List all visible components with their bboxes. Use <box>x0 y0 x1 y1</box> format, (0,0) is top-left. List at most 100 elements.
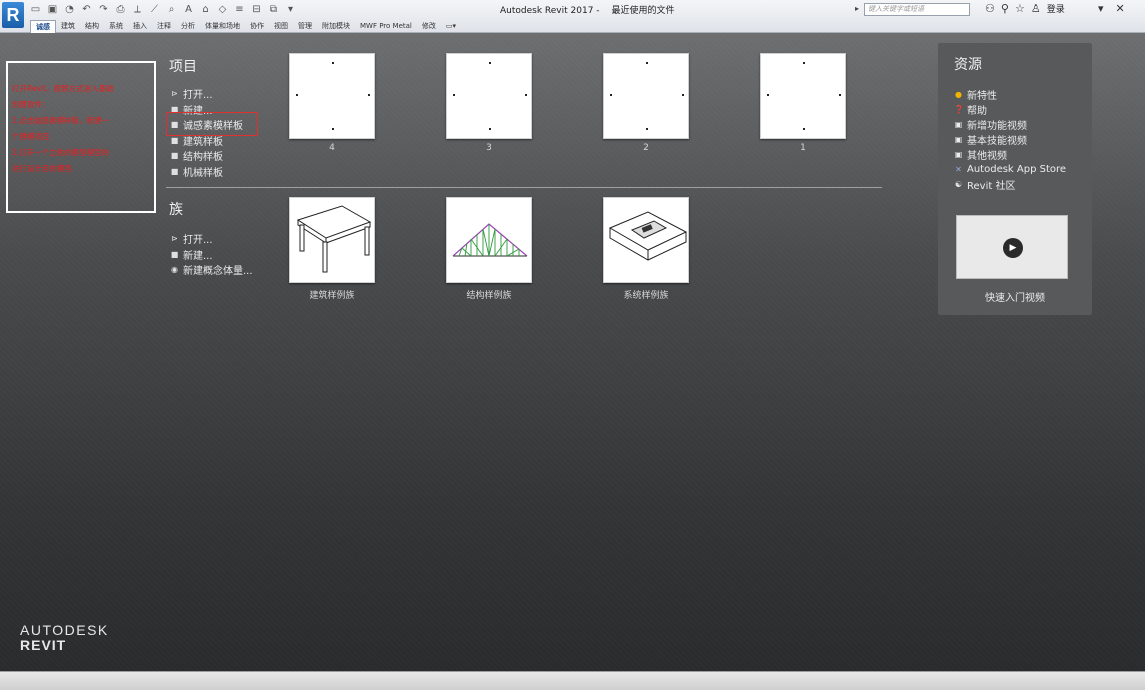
revit-community-link[interactable]: ☯ Revit 社区 <box>954 177 1066 192</box>
mass-icon: ◉ <box>171 265 178 275</box>
text-icon[interactable]: A <box>183 4 194 15</box>
ribbon-tab[interactable]: 诚感 <box>30 20 56 33</box>
video-icon: ▣ <box>954 120 963 129</box>
subscription-icon[interactable]: ⚲ <box>1001 2 1009 15</box>
recent-project-label[interactable]: 4 <box>272 143 392 153</box>
ribbon-minimize-icon[interactable]: ▭▾ <box>441 20 461 33</box>
res-label: 帮助 <box>967 106 987 117</box>
recent-project-label[interactable]: 3 <box>429 143 549 153</box>
brand-company: AUTODESK <box>20 622 109 638</box>
projects-title: 项目 <box>169 59 197 75</box>
res-label: Revit 社区 <box>967 181 1016 192</box>
ribbon-tab[interactable]: 视图 <box>269 20 293 33</box>
link-label: 打开... <box>183 90 213 102</box>
print-icon[interactable]: ⎙ <box>115 4 126 15</box>
tag-icon[interactable]: ⌕ <box>166 4 177 15</box>
close-hidden-icon[interactable]: ⊟ <box>251 4 262 15</box>
template-icon: ■ <box>170 135 179 145</box>
login-link[interactable]: 登录 <box>1047 2 1065 15</box>
recent-project-thumbnail[interactable] <box>760 53 846 139</box>
infocenter-toolbar: ⚇ ⚲ ☆ ♙ 登录 <box>985 2 1065 15</box>
revit-app-button[interactable]: R <box>2 2 24 28</box>
undo-icon[interactable]: ↶ <box>81 4 92 15</box>
sync-icon[interactable]: ◔ <box>64 4 75 15</box>
annotation-line: 1.点击诚感素模样板，新建一 <box>12 116 110 125</box>
ribbon-tab[interactable]: MWF Pro Metal <box>355 20 417 33</box>
structural-family-label[interactable]: 结构样例族 <box>429 288 549 301</box>
help-link[interactable]: ❓ 帮助 <box>954 102 1066 117</box>
ribbon-tab[interactable]: 分析 <box>176 20 200 33</box>
search-input[interactable]: 键入关键字或短语 <box>864 3 970 16</box>
thin-lines-icon[interactable]: ≡ <box>234 4 245 15</box>
ribbon-tab[interactable]: 插入 <box>128 20 152 33</box>
recent-project-label[interactable]: 1 <box>743 143 863 153</box>
quickstart-video-label[interactable]: 快速入门视频 <box>938 289 1092 304</box>
help-icon: ❓ <box>954 105 964 114</box>
ribbon-tab[interactable]: 管理 <box>293 20 317 33</box>
family-new-mass-link[interactable]: ◉ 新建概念体量... <box>170 262 253 278</box>
dropdown-icon[interactable]: ▾ <box>1098 2 1104 15</box>
user-icon[interactable]: ♙ <box>1031 2 1041 15</box>
family-open-link[interactable]: ⊳ 打开... <box>170 231 253 247</box>
binoculars-icon[interactable]: ⚇ <box>985 2 995 15</box>
measure-icon[interactable]: ⟂ <box>132 4 143 15</box>
recent-project-thumbnail[interactable] <box>446 53 532 139</box>
ribbon-tab[interactable]: 系统 <box>104 20 128 33</box>
open-file-icon[interactable]: ▭ <box>30 4 41 15</box>
families-title: 族 <box>169 202 183 218</box>
quick-access-toolbar: ▭ ▣ ◔ ↶ ↷ ⎙ ⟂ ⟋ ⌕ A ⌂ ◇ ≡ ⊟ ⧉ ▾ <box>30 2 296 16</box>
favorites-star-icon[interactable]: ☆ <box>1015 2 1025 15</box>
highlight-box <box>166 112 258 136</box>
qat-dropdown-icon[interactable]: ▾ <box>285 4 296 15</box>
exchange-icon[interactable]: ✕ <box>1116 2 1125 15</box>
resources-title: 资源 <box>954 57 982 73</box>
switch-windows-icon[interactable]: ⧉ <box>268 4 279 15</box>
play-icon[interactable]: ▶ <box>1003 238 1023 258</box>
architectural-family-thumbnail[interactable] <box>289 197 375 283</box>
ribbon-tab[interactable]: 修改 <box>417 20 441 33</box>
other-video-link[interactable]: ▣ 其他视频 <box>954 147 1066 162</box>
view-3d-icon[interactable]: ⌂ <box>200 4 211 15</box>
whats-new-link[interactable]: ● 新特性 <box>954 87 1066 102</box>
ribbon-tab[interactable]: 结构 <box>80 20 104 33</box>
dimension-icon[interactable]: ⟋ <box>149 4 160 15</box>
essential-skills-video-link[interactable]: ▣ 基本技能视频 <box>954 132 1066 147</box>
link-label: 打开... <box>183 235 213 247</box>
search-expand-icon[interactable]: ▸ <box>855 4 859 13</box>
quickstart-video-thumbnail[interactable]: ▶ <box>956 215 1068 279</box>
app-store-link[interactable]: ✕ Autodesk App Store <box>954 162 1066 177</box>
project-template-mechanical-link[interactable]: ■ 机械样板 <box>170 164 243 180</box>
ribbon-tab[interactable]: 建筑 <box>56 20 80 33</box>
link-label: 新建概念体量... <box>183 266 253 278</box>
structural-family-thumbnail[interactable] <box>446 197 532 283</box>
open-icon: ⊳ <box>171 234 178 244</box>
resources-list: ● 新特性 ❓ 帮助 ▣ 新增功能视频 ▣ 基本技能视频 ▣ 其他视频 ✕ Autodesk… <box>954 87 1066 192</box>
architectural-family-label[interactable]: 建筑样例族 <box>272 288 392 301</box>
project-template-structural-link[interactable]: ■ 结构样板 <box>170 148 243 164</box>
recent-project-thumbnail[interactable] <box>603 53 689 139</box>
bulb-icon: ● <box>955 90 962 99</box>
ribbon-tab[interactable]: 注释 <box>152 20 176 33</box>
res-label: Autodesk App Store <box>967 164 1067 175</box>
new-features-video-link[interactable]: ▣ 新增功能视频 <box>954 117 1066 132</box>
recent-project-label[interactable]: 2 <box>586 143 706 153</box>
family-new-link[interactable]: ■ 新建... <box>170 247 253 263</box>
ribbon-tab[interactable]: 附加模块 <box>317 20 355 33</box>
section-icon[interactable]: ◇ <box>217 4 228 15</box>
annotation-line: 2.打开一个之前的模型模型的 <box>12 148 110 157</box>
appstore-icon: ✕ <box>955 165 962 174</box>
project-open-link[interactable]: ⊳ 打开... <box>170 86 243 102</box>
box-drawing <box>608 211 688 261</box>
annotation-line: 个建模项目 <box>12 132 50 141</box>
recent-project-thumbnail[interactable] <box>289 53 375 139</box>
save-icon[interactable]: ▣ <box>47 4 58 15</box>
window-controls: ▾ ✕ <box>1098 2 1125 15</box>
new-icon: ■ <box>170 249 179 259</box>
system-family-label[interactable]: 系统样例族 <box>586 288 706 301</box>
ribbon-tab[interactable]: 协作 <box>245 20 269 33</box>
ribbon-tab[interactable]: 体量和场地 <box>200 20 245 33</box>
redo-icon[interactable]: ↷ <box>98 4 109 15</box>
system-family-thumbnail[interactable] <box>603 197 689 283</box>
truss-drawing <box>452 223 528 257</box>
instruction-annotation: 打开Revit，按照方式进入基础 创建软件： 1.点击诚感素模样板，新建一 个建… <box>6 61 156 213</box>
